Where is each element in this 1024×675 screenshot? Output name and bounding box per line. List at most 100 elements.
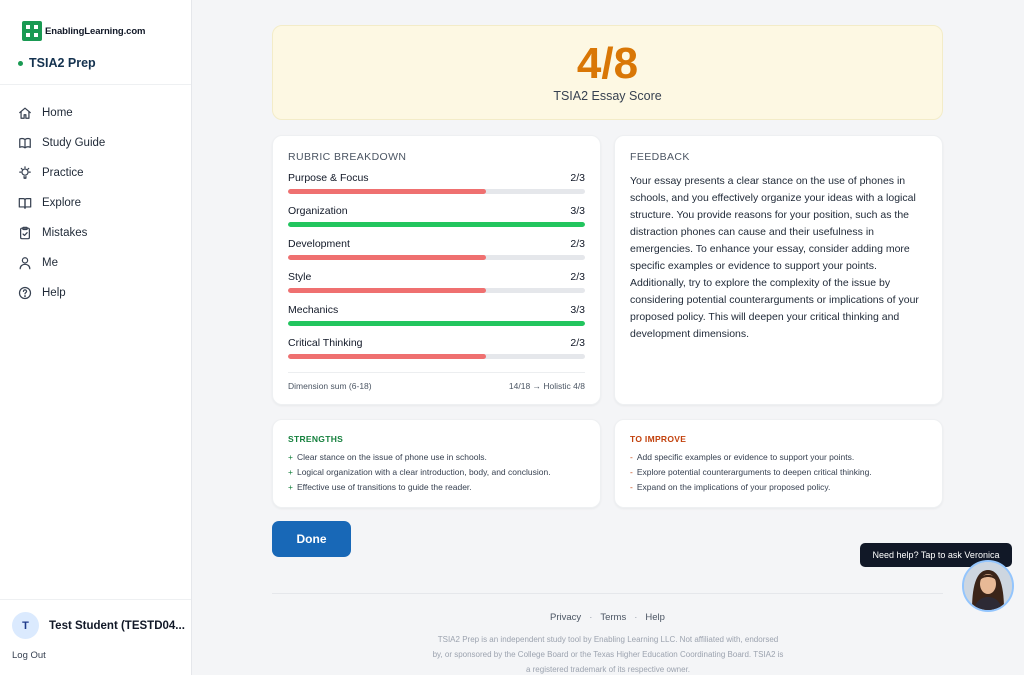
terms-link[interactable]: Terms bbox=[600, 612, 626, 623]
rubric-bar-fill bbox=[288, 222, 585, 227]
rubric-score: 3/3 bbox=[570, 205, 585, 217]
done-button[interactable]: Done bbox=[272, 521, 351, 557]
rubric-rows: Purpose & Focus 2/3 Organization 3/3 Devel… bbox=[288, 172, 585, 370]
rubric-dimension: Critical Thinking bbox=[288, 337, 363, 349]
feedback-text: Your essay presents a clear stance on th… bbox=[630, 175, 919, 340]
rubric-row: Purpose & Focus 2/3 bbox=[288, 172, 585, 205]
sidebar-item-explore[interactable]: Explore bbox=[18, 188, 105, 218]
footer-divider bbox=[272, 593, 943, 594]
dash-icon: - bbox=[630, 482, 633, 492]
sidebar-item-me[interactable]: Me bbox=[18, 248, 105, 278]
rubric-bar-fill bbox=[288, 288, 487, 293]
rubric-bar bbox=[288, 255, 585, 260]
plus-icon: + bbox=[288, 482, 293, 492]
essay-score-label: TSIA2 Essay Score bbox=[553, 89, 662, 103]
rubric-row: Organization 3/3 bbox=[288, 205, 585, 238]
user-name: Test Student (TESTD04... bbox=[49, 619, 185, 632]
privacy-link[interactable]: Privacy bbox=[550, 612, 581, 623]
holistic-score-summary: 14/18 → Holistic 4/8 bbox=[508, 381, 585, 391]
improve-title: TO IMPROVE bbox=[630, 434, 687, 444]
rubric-bar-fill bbox=[288, 189, 487, 194]
rubric-score: 2/3 bbox=[570, 337, 585, 349]
footer-separator: · bbox=[589, 612, 593, 623]
improve-text: Add specific examples or evidence to sup… bbox=[636, 452, 855, 462]
list-item: - Expand on the implications of your prop… bbox=[630, 480, 927, 495]
book-icon bbox=[19, 137, 31, 149]
rubric-bar bbox=[288, 222, 585, 227]
rubric-dimension: Purpose & Focus bbox=[288, 172, 369, 184]
user-profile[interactable]: T Test Student (TESTD04... bbox=[12, 612, 185, 639]
sidebar-item-home[interactable]: Home bbox=[18, 98, 105, 128]
rubric-dimension: Style bbox=[288, 271, 312, 283]
list-item: + Logical organization with a clear intro… bbox=[288, 465, 585, 480]
rubric-score: 2/3 bbox=[570, 271, 585, 283]
product-dot-icon bbox=[18, 60, 23, 66]
rubric-score: 3/3 bbox=[570, 304, 585, 316]
list-item: + Clear stance on the issue of phone use … bbox=[288, 450, 585, 465]
rubric-score: 2/3 bbox=[570, 172, 585, 184]
logo-mark-icon bbox=[22, 21, 42, 41]
home-icon bbox=[19, 107, 31, 119]
feedback-title: FEEDBACK bbox=[630, 151, 690, 163]
plus-icon: + bbox=[288, 452, 293, 462]
sidebar-item-label: Mistakes bbox=[42, 227, 88, 239]
strengths-title: STRENGTHS bbox=[288, 434, 344, 444]
rubric-bar bbox=[288, 321, 585, 326]
rubric-row: Mechanics 3/3 bbox=[288, 304, 585, 337]
rubric-row: Development 2/3 bbox=[288, 238, 585, 271]
sidebar-item-label: Me bbox=[42, 257, 58, 269]
brand-logo[interactable]: EnablingLearning.com bbox=[22, 21, 146, 41]
rubric-bar bbox=[288, 189, 585, 194]
avatar: T bbox=[12, 612, 39, 639]
strengths-list: + Clear stance on the issue of phone use … bbox=[288, 450, 585, 495]
logout-link[interactable]: Log Out bbox=[12, 650, 46, 661]
sidebar-item-label: Study Guide bbox=[42, 137, 106, 149]
rubric-dimension: Organization bbox=[288, 205, 348, 217]
list-item: + Effective use of transitions to guide t… bbox=[288, 480, 585, 495]
product-name: TSIA2 Prep bbox=[18, 56, 96, 70]
rubric-row: Critical Thinking 2/3 bbox=[288, 337, 585, 370]
strength-text: Effective use of transitions to guide th… bbox=[296, 482, 472, 492]
sidebar-item-help[interactable]: Help bbox=[18, 278, 105, 308]
rubric-bar bbox=[288, 354, 585, 359]
rubric-title: RUBRIC BREAKDOWN bbox=[288, 151, 407, 163]
footer-disclaimer: TSIA2 Prep is an independent study tool … bbox=[432, 635, 784, 674]
improve-card: TO IMPROVE - Add specific examples or evi… bbox=[614, 419, 943, 508]
dash-icon: - bbox=[630, 452, 633, 462]
logo-text: EnablingLearning.com bbox=[45, 25, 146, 37]
rubric-bar-fill bbox=[288, 354, 487, 359]
clipboard-icon bbox=[20, 226, 30, 240]
rubric-dimension: Development bbox=[288, 238, 350, 250]
improve-text: Explore potential counterarguments to de… bbox=[636, 467, 872, 477]
sidebar-bottom-divider bbox=[0, 599, 191, 600]
strengths-card: STRENGTHS + Clear stance on the issue of … bbox=[272, 419, 601, 508]
sidebar-item-study-guide[interactable]: Study Guide bbox=[18, 128, 105, 158]
rubric-card: RUBRIC BREAKDOWN Purpose & Focus 2/3 Orga… bbox=[272, 135, 601, 405]
list-item: - Add specific examples or evidence to su… bbox=[630, 450, 927, 465]
sidebar-divider bbox=[0, 84, 191, 85]
sidebar: EnablingLearning.com TSIA2 Prep Home Stu… bbox=[0, 0, 192, 675]
rubric-dimension: Mechanics bbox=[288, 304, 339, 316]
sidebar-item-label: Explore bbox=[42, 197, 81, 209]
sidebar-item-label: Practice bbox=[42, 167, 84, 179]
improve-list: - Add specific examples or evidence to su… bbox=[630, 450, 927, 495]
assistant-avatar[interactable] bbox=[962, 560, 1014, 612]
rubric-bar-fill bbox=[288, 321, 585, 326]
sidebar-item-practice[interactable]: Practice bbox=[18, 158, 105, 188]
assistant-portrait-icon bbox=[964, 562, 1012, 610]
sidebar-item-mistakes[interactable]: Mistakes bbox=[18, 218, 105, 248]
sidebar-nav: Home Study Guide Practice Explore Mistak… bbox=[18, 98, 105, 308]
book-open-icon bbox=[18, 198, 32, 209]
strength-text: Logical organization with a clear introd… bbox=[296, 467, 551, 477]
lightbulb-icon bbox=[19, 166, 31, 179]
essay-score: 4/8 bbox=[576, 39, 639, 88]
rubric-bar-fill bbox=[288, 255, 487, 260]
plus-icon: + bbox=[288, 467, 293, 477]
product-label: TSIA2 Prep bbox=[29, 56, 96, 70]
feedback-card: FEEDBACK Your essay presents a clear sta… bbox=[614, 135, 943, 405]
rubric-row: Style 2/3 bbox=[288, 271, 585, 304]
rubric-bar bbox=[288, 288, 585, 293]
help-link[interactable]: Help bbox=[645, 612, 665, 623]
dash-icon: - bbox=[630, 467, 633, 477]
rubric-footer: Dimension sum (6-18) 14/18 → Holistic 4/… bbox=[288, 372, 585, 391]
